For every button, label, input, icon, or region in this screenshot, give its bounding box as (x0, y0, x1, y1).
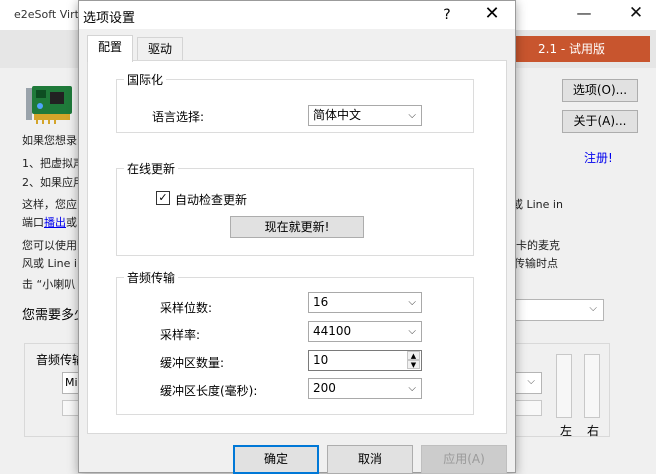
line-in-text: 或 Line in (512, 198, 563, 211)
spin-down-icon[interactable]: ▼ (407, 360, 420, 369)
chevron-down-icon: ⌵ (408, 326, 416, 337)
ok-button[interactable]: 确定 (233, 445, 319, 474)
channel-left-label: 左 (560, 424, 573, 438)
auto-check-checkbox[interactable]: ✓ (156, 191, 170, 205)
buffer-length-label: 缓冲区长度(毫秒): (160, 384, 258, 398)
channel-right-label: 右 (587, 424, 600, 438)
chevron-down-icon: ⌵ (408, 383, 416, 394)
options-dialog: 选项设置 ? ✕ 配置 驱动 国际化 语言选择: 简体中文 ⌵ 在线更新 ✓ 自… (78, 0, 516, 474)
config-tab-panel: 国际化 语言选择: 简体中文 ⌵ 在线更新 ✓ 自动检查更新 现在就更新! 音频… (87, 60, 507, 434)
mic-line-text: 风或 Line in (22, 257, 78, 270)
sample-bits-label: 采样位数: (160, 301, 213, 315)
chevron-down-icon: ⌵ (408, 110, 416, 121)
minimize-button[interactable]: — (564, 2, 604, 26)
speaker-text: 击 “小喇叭 (22, 278, 76, 291)
sample-rate-value: 44100 (313, 324, 352, 338)
tab-config[interactable]: 配置 (87, 35, 134, 62)
main-close-button[interactable]: ✕ (616, 2, 656, 26)
chevron-down-icon: ⌵ (527, 376, 535, 387)
cancel-button[interactable]: 取消 (327, 445, 413, 474)
step-2-text: 2、如果应用 (22, 176, 78, 189)
port-word: 端口 (22, 216, 44, 229)
update-group (116, 168, 474, 256)
language-label: 语言选择: (152, 110, 205, 124)
about-button[interactable]: 关于(A)... (562, 110, 638, 133)
main-window-title: e2eSoft Virtu (14, 8, 80, 21)
language-group-title: 国际化 (124, 71, 167, 88)
chevron-down-icon: ⌵ (589, 303, 597, 314)
volume-slider-right[interactable] (512, 400, 542, 416)
buffer-count-label: 缓冲区数量: (160, 356, 225, 370)
main-dropdown[interactable]: ⌵ (512, 299, 604, 321)
sample-rate-label: 采样率: (160, 328, 201, 342)
or-word: 或 (66, 216, 77, 229)
version-label: 2.1 - 试用版 (514, 36, 650, 62)
sound-card-icon (26, 86, 72, 124)
buffer-count-stepper[interactable]: 10 ▲ ▼ (308, 350, 422, 371)
dialog-close-button[interactable]: ✕ (477, 3, 507, 27)
spin-up-icon[interactable]: ▲ (407, 351, 420, 360)
step-1-text: 1、把虚拟声 (22, 157, 78, 170)
buffer-length-select[interactable]: 200 ⌵ (308, 378, 422, 399)
sample-rate-select[interactable]: 44100 ⌵ (308, 321, 422, 342)
level-meter-right (584, 354, 600, 418)
buffer-length-value: 200 (313, 381, 336, 395)
register-link[interactable]: 注册! (584, 149, 613, 166)
transfer-text: 传输时点 (514, 257, 558, 270)
sample-bits-value: 16 (313, 295, 329, 309)
dialog-title: 选项设置 (83, 11, 136, 26)
audio-transfer-label: 音频传输 (36, 353, 80, 367)
usage-text: 您可以使用 (22, 239, 77, 252)
language-select[interactable]: 简体中文 ⌵ (308, 105, 422, 126)
level-meter-left (556, 354, 572, 418)
options-button[interactable]: 选项(O)... (562, 79, 638, 102)
card-mic-text: 卡的麦克 (516, 239, 560, 252)
tab-driver[interactable]: 驱动 (137, 37, 184, 61)
intro-text: 如果您想录 (22, 134, 77, 147)
update-now-button[interactable]: 现在就更新! (230, 216, 364, 238)
device-select[interactable]: ⌵ (512, 372, 542, 394)
playback-link[interactable]: 播出 (44, 216, 66, 229)
audio-group-title: 音频传输 (124, 269, 179, 286)
help-button[interactable]: ? (437, 4, 457, 26)
language-value: 简体中文 (313, 108, 362, 122)
how-much-label: 您需要多少 (22, 308, 78, 323)
sample-bits-select[interactable]: 16 ⌵ (308, 292, 422, 313)
description-text: 这样，您应 (22, 198, 77, 211)
auto-check-label[interactable]: 自动检查更新 (175, 191, 247, 208)
update-group-title: 在线更新 (124, 160, 179, 177)
tab-strip: 配置 驱动 (87, 35, 507, 62)
chevron-down-icon: ⌵ (408, 297, 416, 308)
port-text: 端口播出或 (22, 214, 77, 230)
apply-button[interactable]: 应用(A) (421, 445, 507, 474)
buffer-count-value: 10 (313, 353, 329, 367)
